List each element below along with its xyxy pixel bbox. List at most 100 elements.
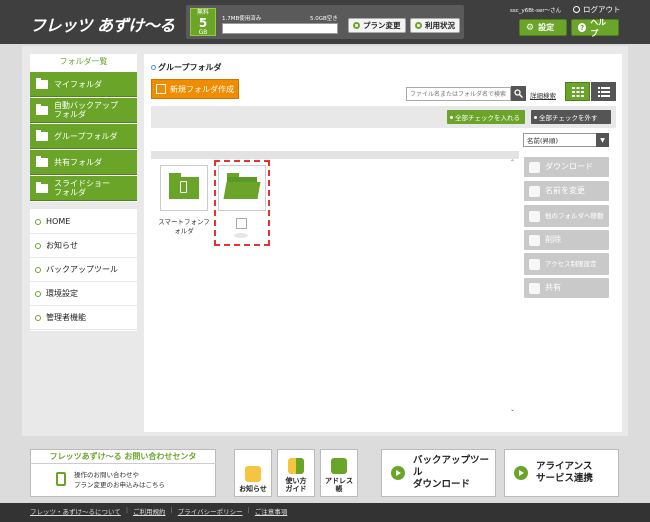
sidebar-folder-label: グループフォルダ	[54, 131, 118, 141]
sidebar-folder-group[interactable]: グループフォルダ	[30, 124, 137, 149]
help-label: ヘルプ	[590, 17, 607, 38]
move-button[interactable]: 他のフォルダへ移動	[524, 205, 609, 227]
guide-button[interactable]: 使い方 ガイド	[277, 449, 315, 497]
backup-label-1: バックアップツール	[413, 455, 490, 478]
arrow-circle-icon	[353, 22, 360, 29]
scroll-up-arrow[interactable]: ⌃	[510, 159, 515, 166]
bullet-icon	[35, 290, 41, 297]
folder-item-label	[234, 233, 248, 238]
settings-button[interactable]: ⚙ 設定	[519, 19, 567, 36]
access-restriction-button[interactable]: アクセス制限設定	[524, 253, 609, 275]
new-folder-button[interactable]: 新規フォルダ作成	[151, 79, 239, 99]
chevron-down-icon[interactable]: ▼	[596, 133, 609, 147]
advanced-search-link[interactable]: 詳細検索	[530, 90, 556, 100]
sidebar-folder-label: 共有フォルダ	[54, 157, 102, 167]
contact-center-text: 操作のお問い合わせや プラン変更のお申込みはこちら	[74, 470, 165, 490]
sidebar-folder-shared[interactable]: 共有フォルダ	[30, 150, 137, 175]
folder-item-unnamed[interactable]	[218, 165, 266, 211]
share-label: 共有	[545, 283, 561, 292]
list-icon	[597, 86, 610, 97]
contact-line: 操作のお問い合わせや	[74, 471, 139, 479]
footer-link-privacy[interactable]: プライバシーポリシー	[178, 506, 243, 516]
grid-icon	[571, 86, 584, 97]
nav-item-news[interactable]: お知らせ	[30, 234, 137, 258]
logout-icon	[573, 6, 580, 13]
rename-button[interactable]: 名前を変更	[524, 181, 609, 201]
breadcrumb-label: グループフォルダ	[158, 63, 222, 72]
footer-link-notes[interactable]: ご注意事項	[255, 506, 288, 516]
logout-link[interactable]: ログアウト	[573, 4, 621, 15]
sidebar-folder-my[interactable]: マイフォルダ	[30, 72, 137, 97]
address-label-1: アドレス	[325, 477, 353, 485]
app-logo[interactable]: フレッツ あずけ〜る	[30, 12, 175, 36]
nav-item-label: 管理者機能	[46, 313, 86, 322]
check-all-label: 全部チェックを入れる	[455, 114, 520, 122]
folder-icon	[36, 181, 48, 193]
download-label: ダウンロード	[545, 162, 593, 171]
nav-item-label: 環境設定	[46, 289, 78, 298]
folder-item-label[interactable]: スマートフォンフォルダ	[155, 218, 213, 236]
alliance-label-1: アライアンス	[536, 461, 593, 472]
address-book-button[interactable]: アドレス 帳	[320, 449, 358, 497]
nav-item-admin[interactable]: 管理者機能	[30, 306, 137, 330]
search-icon	[514, 89, 523, 98]
address-label-2: 帳	[335, 485, 343, 493]
gear-icon: ⚙	[526, 22, 535, 33]
nav-item-backup-tool[interactable]: バックアップツール	[30, 258, 137, 282]
delete-button[interactable]: 削除	[524, 230, 609, 250]
nav-item-home[interactable]: HOME	[30, 210, 137, 234]
usage-status-button[interactable]: 利用状況	[410, 18, 460, 33]
user-name: ssc_y6Bt-ser〜さん	[510, 8, 562, 14]
sidebar-folder-slideshow[interactable]: スライドショー フォルダ	[30, 176, 137, 201]
access-restriction-label: アクセス制限設定	[545, 259, 597, 268]
megaphone-icon	[245, 466, 261, 482]
move-label: 他のフォルダへ移動	[545, 211, 604, 220]
sidebar-folder-label: 自動バックアップ フォルダ	[54, 101, 118, 119]
news-label: お知らせ	[239, 485, 267, 493]
list-view-button[interactable]	[591, 82, 616, 101]
contact-line: プラン変更のお申込みはこちら	[74, 481, 165, 489]
used-storage-text: 1.7MB使用済み	[222, 16, 262, 22]
check-all-button[interactable]: 全部チェックを入れる	[447, 110, 525, 124]
settings-label: 設定	[538, 23, 555, 32]
scroll-down-arrow[interactable]: ⌄	[510, 406, 515, 413]
news-button[interactable]: お知らせ	[234, 449, 272, 497]
nav-item-label: HOME	[46, 217, 71, 226]
bullet-icon	[35, 242, 41, 249]
alliance-service-button[interactable]: アライアンス サービス連携	[504, 449, 619, 497]
bullet-icon	[35, 266, 41, 273]
move-folder-icon	[529, 210, 540, 222]
folder-item-smartphone[interactable]	[160, 165, 208, 211]
uncheck-all-button[interactable]: 全部チェックを外す	[531, 110, 611, 124]
folder-item-checkbox[interactable]	[236, 218, 247, 229]
new-folder-icon	[156, 84, 166, 94]
download-button[interactable]: ダウンロード	[524, 157, 609, 177]
nav-item-preferences[interactable]: 環境設定	[30, 282, 137, 306]
alliance-label-2: サービス連携	[536, 473, 594, 484]
sidebar-folder-auto-backup[interactable]: 自動バックアップ フォルダ	[30, 98, 137, 123]
plan-unit: GB	[198, 29, 208, 36]
search-input[interactable]	[406, 87, 511, 101]
bullet-icon	[534, 115, 537, 119]
beginner-mark-icon	[288, 458, 304, 474]
folder-icon	[36, 155, 48, 167]
footer-link-terms[interactable]: ご利用規約	[133, 506, 166, 516]
plan-change-button[interactable]: プラン変更	[348, 18, 406, 33]
free-storage-text: 5.0GB空き	[310, 16, 338, 22]
new-folder-label: 新規フォルダ作成	[170, 84, 234, 94]
footer-link-about[interactable]: フレッツ・あずけ〜るについて	[30, 506, 121, 516]
backup-label-2: ダウンロード	[413, 479, 471, 490]
bullet-icon	[450, 115, 453, 119]
backup-tool-download-button[interactable]: バックアップツール ダウンロード	[381, 449, 496, 497]
logout-label: ログアウト	[583, 5, 621, 14]
grid-view-button[interactable]	[565, 82, 590, 101]
contact-center-title: フレッツあずけ〜る お問い合わせセンタ	[30, 449, 216, 464]
lock-folder-icon	[529, 258, 540, 270]
share-button[interactable]: 共有	[524, 278, 609, 298]
search-button[interactable]	[511, 86, 526, 101]
pencil-icon	[529, 185, 540, 197]
help-button[interactable]: ? ヘルプ	[571, 17, 619, 38]
footer-links: フレッツ・あずけ〜るについて | ご利用規約 | プライバシーポリシー | ご注…	[30, 506, 287, 516]
folder-icon	[36, 103, 48, 115]
guide-label-1: 使い方	[285, 477, 307, 485]
